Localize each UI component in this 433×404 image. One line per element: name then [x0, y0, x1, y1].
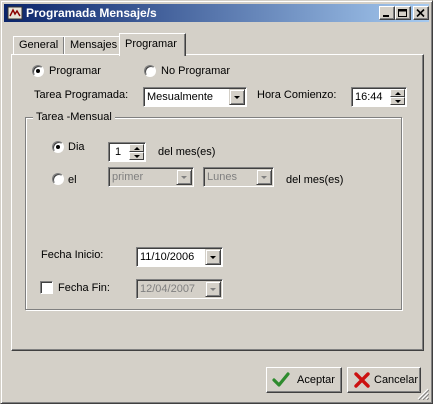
spinner-buttons — [129, 144, 144, 160]
ordinal-value: primer — [112, 171, 144, 183]
no-programar-label: No Programar — [161, 65, 231, 77]
fecha-inicio-label: Fecha Inicio: — [41, 249, 104, 261]
resize-grip-icon[interactable] — [417, 388, 429, 400]
dia-radio[interactable] — [52, 141, 64, 153]
el-radio[interactable] — [52, 173, 64, 185]
maximize-icon — [398, 9, 407, 17]
tab-programar[interactable]: Programar — [119, 33, 186, 56]
dia-value: 1 — [115, 146, 122, 158]
tarea-programada-value: Mesualmente — [147, 91, 214, 103]
tab-mensajes-label: Mensajes — [70, 39, 118, 51]
accept-label: Aceptar — [297, 374, 335, 386]
cross-icon — [354, 372, 370, 388]
close-button[interactable] — [413, 6, 429, 20]
weekday-select[interactable]: Lunes — [203, 167, 274, 187]
tab-mensajes[interactable]: Mensajes — [64, 36, 121, 55]
fecha-inicio-value: 11/10/2006 — [140, 251, 195, 263]
cancel-label: Cancelar — [374, 374, 419, 386]
tarea-programada-label: Tarea Programada: — [34, 89, 129, 101]
checkmark-icon — [272, 372, 290, 387]
chevron-down-icon[interactable] — [256, 169, 272, 185]
window-title: Programada Mensaje/s — [26, 6, 157, 20]
close-icon — [416, 9, 425, 18]
fecha-fin-label: Fecha Fin: — [58, 282, 110, 294]
fecha-fin-value: 12/04/2007 — [140, 283, 196, 295]
no-programar-radio[interactable] — [144, 65, 156, 77]
chevron-down-icon[interactable] — [176, 169, 192, 185]
hora-comienzo-label: Hora Comienzo: — [257, 89, 337, 101]
ordinal-select[interactable]: primer — [108, 167, 194, 187]
title-bar[interactable]: Programada Mensaje/s — [4, 4, 429, 22]
fecha-fin-checkbox[interactable] — [40, 281, 53, 294]
accept-button[interactable]: Aceptar — [266, 367, 342, 393]
chevron-down-icon[interactable] — [229, 89, 245, 105]
cancel-button[interactable]: Cancelar — [347, 367, 421, 393]
programar-label: Programar — [49, 65, 101, 77]
spin-up-icon[interactable] — [390, 89, 405, 97]
programar-radio[interactable] — [32, 65, 44, 77]
chevron-down-icon[interactable] — [205, 249, 221, 265]
del-mes-label-2: del mes(es) — [286, 174, 344, 186]
dia-spinner[interactable]: 1 — [108, 142, 146, 162]
tab-general-label: General — [19, 39, 59, 51]
tab-general[interactable]: General — [13, 36, 65, 55]
maximize-button[interactable] — [395, 6, 411, 20]
weekday-value: Lunes — [207, 171, 237, 183]
hora-comienzo-spinner[interactable]: 16:44 — [351, 87, 407, 107]
tarea-programada-select[interactable]: Mesualmente — [143, 87, 247, 107]
tab-programar-label: Programar — [125, 38, 177, 50]
spin-down-icon[interactable] — [129, 152, 144, 160]
app-icon — [7, 6, 23, 20]
minimize-button[interactable] — [379, 6, 395, 20]
del-mes-label: del mes(es) — [158, 146, 216, 158]
tarea-mensual-title: Tarea -Mensual — [33, 111, 115, 123]
hora-comienzo-value: 16:44 — [355, 91, 383, 103]
spin-down-icon[interactable] — [390, 97, 405, 105]
spinner-buttons — [390, 89, 405, 105]
fecha-inicio-picker[interactable]: 11/10/2006 — [136, 247, 223, 267]
dialog-window: Programada Mensaje/s General Mensajes Pr… — [0, 0, 433, 404]
el-label: el — [68, 174, 77, 186]
minimize-icon — [383, 15, 389, 17]
spin-up-icon[interactable] — [129, 144, 144, 152]
chevron-down-icon[interactable] — [205, 281, 221, 297]
fecha-fin-picker[interactable]: 12/04/2007 — [136, 279, 223, 299]
dia-label: Dia — [68, 141, 85, 153]
